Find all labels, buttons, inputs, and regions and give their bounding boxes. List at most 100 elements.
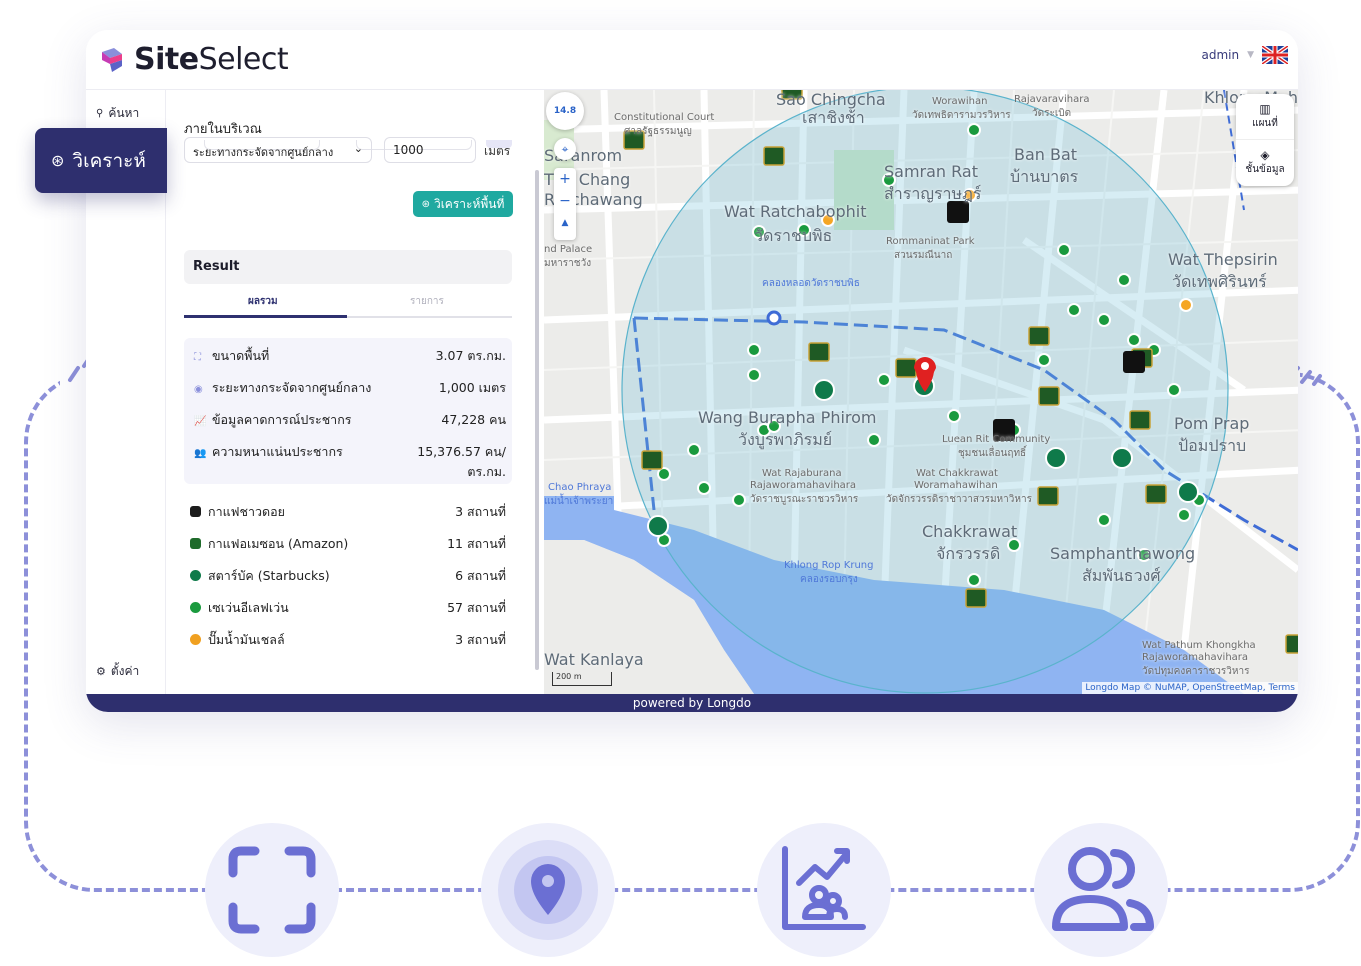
seven-eleven-marker-icon[interactable] [697,481,711,495]
uk-flag-icon[interactable] [1262,46,1288,64]
starbucks-marker-icon[interactable] [647,515,669,537]
map-place-label-3: สำราญราษฎร์ [884,184,982,203]
gear-icon: ⚙ [96,665,106,678]
zoom-in-button[interactable]: + [554,168,576,190]
sidebar-item-analyze-label: วิเคราะห์ [72,149,146,172]
seven-eleven-marker-icon[interactable] [967,123,981,137]
place-count: 57 สถานที่ [447,600,506,615]
place-row-shell[interactable]: ปั๊มน้ำมันเชลล์ 3 สถานที่ [190,630,506,650]
map-place-label-12: Pom Prap [1174,414,1250,433]
seven-eleven-marker-icon[interactable] [657,467,671,481]
people-icon: 👥 [194,448,207,459]
tab-list[interactable]: รายการ [410,294,444,309]
seven-eleven-marker-icon[interactable] [1117,273,1131,287]
map-place-label-16: Samphanthawong [1050,544,1196,563]
location-pin-icon: ⚲ [96,108,104,119]
map-poi-label-9: ชุมชนเลื่อนฤทธิ์ [958,448,1027,459]
seven-eleven-marker-icon[interactable] [947,409,961,423]
seven-eleven-marker-icon[interactable] [877,373,891,387]
sidebar-item-settings[interactable]: ⚙ ตั้งค่า [96,662,139,681]
user-menu[interactable]: admin ▼ [1201,46,1288,64]
place-row-seven-eleven[interactable]: เซเว่นอีเลฟเว่น 57 สถานที่ [190,598,506,618]
seven-eleven-marker-icon[interactable] [1167,383,1181,397]
amazon-cafe-marker-icon[interactable] [763,146,785,166]
place-row-doi-chaang[interactable]: กาแฟชาวดอย 3 สถานที่ [190,502,506,522]
seven-eleven-marker-icon[interactable] [747,343,761,357]
layer-switcher: ▥ แผนที่ ◈ ชั้นข้อมูล [1236,94,1294,186]
seven-eleven-marker-icon[interactable] [687,443,701,457]
seven-eleven-marker-icon[interactable] [967,573,981,587]
zoom-out-button[interactable]: − [554,190,576,212]
amazon-cafe-marker-icon[interactable] [1285,634,1298,654]
zoom-dial[interactable]: 14.8 [546,92,584,130]
result-title: Result [193,259,240,274]
locate-button[interactable]: ⌖ [554,138,576,160]
layer-map-button[interactable]: ▥ แผนที่ [1236,94,1294,140]
amazon-cafe-marker-icon[interactable] [1037,486,1059,506]
seven-eleven-marker-icon[interactable] [1037,353,1051,367]
zoom-slider[interactable]: ▲ [554,212,576,234]
seven-eleven-marker-icon[interactable] [1067,303,1081,317]
tab-summary[interactable]: ผลรวม [248,294,278,309]
sidebar-item-analyze[interactable]: ⊛ วิเคราะห์ [35,128,167,193]
place-row-amazon[interactable]: กาแฟอเมซอน (Amazon) 11 สถานที่ [190,534,506,554]
map-attribution[interactable]: Longdo Map © NuMAP, OpenStreetMap, Terms [1082,682,1298,694]
site-select-logo[interactable]: SiteSelect [98,42,289,77]
distance-input[interactable]: 1000 [384,137,476,163]
analyze-area-button[interactable]: ⊛ วิเคราะห์พื้นที่ [413,191,513,217]
seven-eleven-marker-icon[interactable] [1177,508,1191,522]
amazon-cafe-marker-icon[interactable] [965,588,987,608]
powered-by-text[interactable]: powered by Longdo [633,696,751,710]
doi-chaang-icon [190,506,201,517]
radius-type-value: ระยะทางกระจัดจากศูนย์กลาง [193,146,334,159]
shell-marker-icon[interactable] [1179,298,1193,312]
transit-stop-marker-icon[interactable] [766,310,782,326]
user-name: admin [1201,48,1240,62]
seven-eleven-marker-icon[interactable] [1127,333,1141,347]
stat-label: ข้อมูลคาดการณ์ประชากร [211,412,352,427]
map-water-label-1: Khlong Rop Krung [784,560,874,571]
location-pin-icon [498,840,598,940]
starbucks-marker-icon[interactable] [1111,447,1133,469]
map-place-label-5: บ้านบาตร [1010,167,1079,186]
amazon-cafe-marker-icon[interactable] [1129,410,1151,430]
doi-chaang-marker-icon[interactable] [1123,351,1145,373]
stat-row-area: ⛶ ขนาดพื้นที่ 3.07 ตร.กม. [194,346,506,366]
feature-area-circle [205,823,339,957]
sidebar-item-search[interactable]: ⚲ ค้นหา [96,104,139,123]
amazon-cafe-marker-icon[interactable] [808,342,830,362]
analysis-panel: ภายในบริเวณ ระยะทางกระจัดจากศูนย์กลาง ⌄ … [166,90,532,694]
radius-type-select[interactable]: ระยะทางกระจัดจากศูนย์กลาง ⌄ [184,137,372,163]
map-water-label-0: คลองหลอดวัดราชบพิธ [762,278,860,289]
amazon-cafe-marker-icon[interactable] [1028,326,1050,346]
seven-eleven-marker-icon[interactable] [747,368,761,382]
layer-data-button[interactable]: ◈ ชั้นข้อมูล [1236,140,1294,186]
starbucks-marker-icon[interactable] [1045,447,1067,469]
result-header: Result [184,250,512,284]
seven-eleven-marker-icon[interactable] [732,493,746,507]
map-poi-label-15: วัดจักรวรรดิราชาวาสวรมหาวิหาร [886,494,1032,505]
tab-active-underline [184,315,347,318]
amazon-cafe-marker-icon[interactable] [895,358,917,378]
map-poi-label-0: Constitutional Court [614,112,715,123]
amazon-cafe-marker-icon[interactable] [641,450,663,470]
amazon-cafe-marker-icon[interactable] [1145,484,1167,504]
area-frame-icon [228,846,316,934]
amazon-cafe-marker-icon[interactable] [1038,386,1060,406]
starbucks-marker-icon[interactable] [1177,481,1199,503]
map-poi-label-17: Rajaworamahavihara [1142,652,1249,663]
stat-value: 1,000 เมตร [438,380,506,395]
place-row-starbucks[interactable]: สตาร์บัค (Starbucks) 6 สถานที่ [190,566,506,586]
seven-eleven-marker-icon[interactable] [1097,513,1111,527]
seven-eleven-marker-icon[interactable] [1097,313,1111,327]
panel-scrollbar[interactable] [535,170,539,670]
zoom-level: 14.8 [553,106,577,116]
map-view[interactable]: Sao Chingcha เสาชิงช้า Samran Rat สำราญราษฎ… [544,90,1298,694]
map-place-label-17: สัมพันธวงศ์ [1082,566,1161,585]
seven-eleven-marker-icon[interactable] [867,433,881,447]
map-poi-label-2: Worawihan [932,96,988,107]
stat-row-radius: ◉ ระยะทางกระจัดจากศูนย์กลาง 1,000 เมตร [194,378,506,398]
seven-eleven-marker-icon[interactable] [1057,243,1071,257]
analyze-icon: ⊛ [51,151,65,170]
starbucks-marker-icon[interactable] [813,379,835,401]
